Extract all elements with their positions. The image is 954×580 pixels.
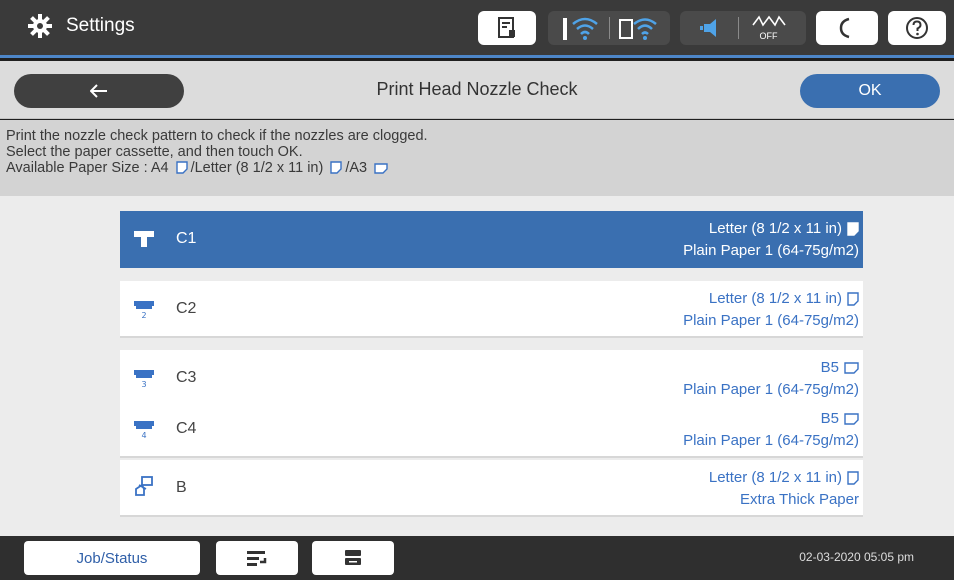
instruction-line-1: Print the nozzle check pattern to check … <box>6 128 428 144</box>
bottom-bar: Job/Status 02-03-2020 05:05 pm <box>0 536 954 580</box>
instruction-line-2: Select the paper cassette, and then touc… <box>6 144 303 160</box>
source-meta: Letter (8 1/2 x 11 in) Extra Thick Paper <box>709 467 859 511</box>
svg-text:3: 3 <box>141 380 146 389</box>
paper-size: B5 <box>820 359 839 376</box>
gear-icon <box>28 14 52 38</box>
job-list-icon <box>247 551 267 566</box>
page-title: Print Head Nozzle Check <box>376 79 578 99</box>
sound-eco-button[interactable]: OFF <box>680 11 806 45</box>
source-name: C3 <box>176 369 197 386</box>
source-name: B <box>176 479 187 496</box>
sleep-button[interactable] <box>816 11 878 45</box>
sound-icon <box>699 19 716 37</box>
list-item-b[interactable]: B Letter (8 1/2 x 11 in) Extra Thick Pap… <box>120 460 863 517</box>
paper-type: Plain Paper 1 (64-75g/m2) <box>683 242 859 259</box>
job-status-button[interactable]: Job/Status <box>24 541 200 575</box>
source-meta: Letter (8 1/2 x 11 in) Plain Paper 1 (64… <box>683 288 859 332</box>
paper-size: B5 <box>820 410 839 427</box>
job-status-label: Job/Status <box>76 549 148 567</box>
paper-type: Plain Paper 1 (64-75g/m2) <box>683 312 859 329</box>
paper-size: Letter (8 1/2 x 11 in) <box>708 469 842 486</box>
title-bar: Print Head Nozzle Check OK <box>0 61 954 119</box>
paper-size-end: /A3 <box>345 160 368 176</box>
printer-status-icon <box>498 17 515 38</box>
rear-feed-tray-icon <box>135 476 153 496</box>
landscape-paper-icon <box>844 413 859 425</box>
back-button[interactable] <box>14 74 184 108</box>
wifi-direct-icon <box>618 18 657 40</box>
cassette-1-icon <box>134 231 154 247</box>
svg-text:2: 2 <box>141 311 146 320</box>
source-meta: Letter (8 1/2 x 11 in) Plain Paper 1 (64… <box>683 218 859 262</box>
landscape-paper-icon <box>374 163 388 174</box>
list-item-c4[interactable]: 4 C4 B5 Plain Paper 1 (64-75g/m2) <box>120 401 863 458</box>
source-meta: B5 Plain Paper 1 (64-75g/m2) <box>683 408 859 452</box>
settings-button[interactable]: Settings <box>28 14 135 38</box>
paper-type: Plain Paper 1 (64-75g/m2) <box>683 381 859 398</box>
job-list-button[interactable] <box>216 541 298 575</box>
back-arrow-icon <box>90 84 107 98</box>
eco-off-indicator: OFF <box>749 13 789 43</box>
source-name: C1 <box>176 230 197 247</box>
printer-queue-button[interactable] <box>312 541 394 575</box>
source-name: C2 <box>176 300 197 317</box>
paper-source-list: C1 Letter (8 1/2 x 11 in) Plain Paper 1 … <box>0 196 954 536</box>
source-name: C4 <box>176 420 197 437</box>
help-button[interactable] <box>888 11 946 45</box>
paper-type: Plain Paper 1 (64-75g/m2) <box>683 432 859 449</box>
printer-queue-icon <box>345 550 361 565</box>
wifi-icon <box>562 17 598 40</box>
instructions-panel: Print the nozzle check pattern to check … <box>0 120 954 196</box>
source-meta: B5 Plain Paper 1 (64-75g/m2) <box>683 357 859 401</box>
divider <box>737 17 739 39</box>
cassette-4-icon: 4 <box>134 421 154 440</box>
sleep-icon <box>839 17 850 39</box>
svg-text:4: 4 <box>141 431 146 440</box>
landscape-paper-icon <box>844 362 859 374</box>
network-status-button[interactable] <box>548 11 670 45</box>
portrait-paper-icon <box>175 161 188 174</box>
help-icon <box>906 17 928 39</box>
paper-type: Extra Thick Paper <box>740 491 859 508</box>
ok-button[interactable]: OK <box>800 74 940 108</box>
instruction-line-3: Available Paper Size : A4 /Letter (8 1/2… <box>6 160 948 176</box>
list-item-c2[interactable]: 2 C2 Letter (8 1/2 x 11 in) Plain Paper … <box>120 281 863 338</box>
portrait-paper-icon <box>847 292 859 306</box>
portrait-paper-icon <box>847 471 859 485</box>
paper-size-prefix: Available Paper Size : A4 <box>6 160 169 176</box>
portrait-paper-icon <box>330 161 343 174</box>
settings-label: Settings <box>66 15 135 36</box>
paper-size-mid: /Letter (8 1/2 x 11 in) <box>190 160 324 176</box>
list-item-c1[interactable]: C1 Letter (8 1/2 x 11 in) Plain Paper 1 … <box>120 211 863 268</box>
list-item-c3[interactable]: 3 C3 B5 Plain Paper 1 (64-75g/m2) <box>120 350 863 407</box>
divider <box>608 17 610 39</box>
eco-off-label: OFF <box>759 31 778 41</box>
eco-off-icon <box>751 15 786 27</box>
cassette-2-icon: 2 <box>134 301 154 320</box>
portrait-paper-icon <box>847 222 859 236</box>
cassette-3-icon: 3 <box>134 370 154 389</box>
paper-size: Letter (8 1/2 x 11 in) <box>708 290 842 307</box>
datetime: 02-03-2020 05:05 pm <box>799 550 914 564</box>
printer-status-button[interactable] <box>478 11 536 45</box>
top-status-bar: Settings OFF <box>0 0 954 58</box>
paper-size: Letter (8 1/2 x 11 in) <box>708 220 842 237</box>
